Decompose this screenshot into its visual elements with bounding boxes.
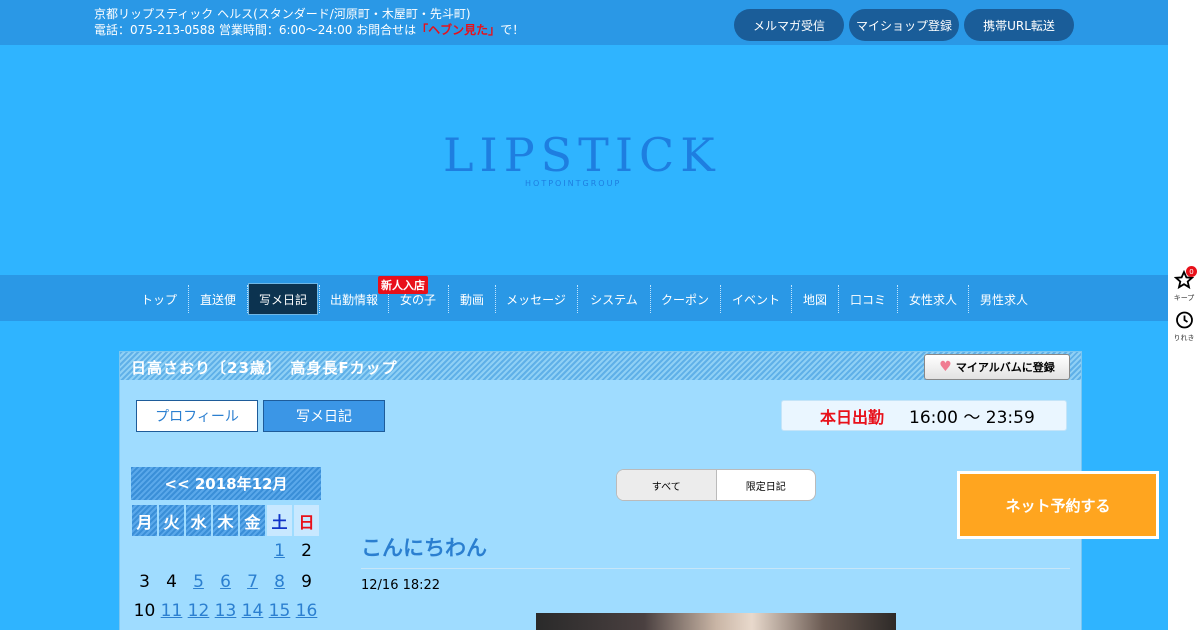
profile-title: 日高さおり〔23歳〕 高身長Fカップ [131,359,398,377]
nav-system[interactable]: システム [579,283,649,315]
filter-limited[interactable]: 限定日記 [717,470,816,500]
shop-contact: 電話：075-213-0588 営業時間：6:00～24:00 お問合せは「ヘブ… [94,22,524,38]
nav-message[interactable]: メッセージ [497,283,575,315]
right-rail: 0 キープ りれき [1168,0,1200,630]
add-album-label: マイアルバムに登録 [955,361,1055,374]
nav-direct[interactable]: 直送便 [190,283,246,315]
nav-divider [897,285,898,313]
mail-magazine-button[interactable]: メルマガ受信 [734,9,844,41]
profile-panel: 日高さおり〔23歳〕 高身長Fカップ ♥ マイアルバムに登録 プロフィール 写メ日… [119,351,1082,630]
nav-coupon[interactable]: クーポン [652,283,718,315]
post-photo[interactable] [536,613,896,630]
today-schedule: 本日出勤 16:00 ～ 23:59 [781,400,1067,431]
calendar-header[interactable]: << 2018年12月 [131,467,321,500]
nav-divider [448,285,449,313]
nav-divider [650,285,651,313]
post-divider [361,568,1070,569]
mobile-url-button[interactable]: 携帯URL転送 [964,9,1074,41]
calendar-day[interactable]: 14 [240,598,265,624]
nav-male-job[interactable]: 男性求人 [970,283,1038,315]
calendar-day: 10 [133,601,156,621]
post-title[interactable]: こんにちわん [361,532,487,562]
tab-diary[interactable]: 写メ日記 [263,400,385,432]
post-date: 12/16 18:22 [361,578,441,593]
nav-top[interactable]: トップ [131,283,187,315]
nav-map[interactable]: 地図 [793,283,837,315]
logo-subtitle: HOTPOINTGROUP [525,179,622,188]
nav-divider [319,285,320,313]
nav-female-job[interactable]: 女性求人 [899,283,967,315]
weekday-thu: 木 [213,505,238,536]
calendar-day[interactable]: 15 [267,598,292,624]
nav-divider [495,285,496,313]
filter-all[interactable]: すべて [617,470,717,500]
nav-divider [188,285,189,313]
nav-divider [838,285,839,313]
weekday-tue: 火 [159,505,184,536]
calendar-day[interactable]: 8 [267,569,292,595]
main-nav: トップ 直送便 写メ日記 出勤情報 女の子 動画 メッセージ システム クーポン… [0,275,1168,321]
heaven-highlight: 「ヘブン見た」 [416,23,501,37]
calendar-day[interactable]: 7 [240,569,265,595]
contact-text: 電話：075-213-0588 営業時間：6:00～24:00 お問合せは [94,23,417,37]
keep-label: キープ [1173,294,1195,302]
nav-divider [577,285,578,313]
nav-divider [791,285,792,313]
contact-suffix: で！ [500,23,525,37]
history-icon[interactable] [1174,310,1194,330]
nav-video[interactable]: 動画 [450,283,494,315]
calendar-day[interactable]: 12 [186,598,211,624]
today-label: 本日出勤 [820,407,885,427]
net-reserve-button[interactable]: ネット予約する [957,471,1159,539]
profile-title-bar: 日高さおり〔23歳〕 高身長Fカップ ♥ マイアルバムに登録 [120,352,1081,380]
diary-filter: すべて 限定日記 [616,469,816,501]
calendar-day: 3 [139,572,150,592]
weekday-sun: 日 [294,505,319,536]
weekday-wed: 水 [186,505,211,536]
top-bar: 京都リップスティック ヘルス(スタンダード/河原町・木屋町・先斗町) 電話：07… [0,0,1168,45]
calendar-day[interactable]: 11 [159,598,184,624]
today-time: 16:00 ～ 23:59 [909,408,1035,428]
calendar-day: 4 [166,572,177,592]
nav-divider [968,285,969,313]
calendar-day[interactable]: 1 [267,538,292,564]
calendar-day[interactable]: 6 [213,569,238,595]
weekday-mon: 月 [132,505,157,536]
tab-profile[interactable]: プロフィール [136,400,258,432]
calendar-day[interactable]: 13 [213,598,238,624]
site-logo[interactable]: LIPSTICK [443,128,721,182]
shop-name: 京都リップスティック ヘルス(スタンダード/河原町・木屋町・先斗町) [94,7,471,21]
nav-diary[interactable]: 写メ日記 [248,283,318,315]
weekday-sat: 土 [267,505,292,536]
add-album-button[interactable]: ♥ マイアルバムに登録 [924,354,1070,380]
my-shop-button[interactable]: マイショップ登録 [849,9,959,41]
calendar-day[interactable]: 5 [186,569,211,595]
calendar-day: 2 [301,541,312,561]
calendar-day: 9 [301,572,312,592]
heart-icon: ♥ [939,359,952,375]
shop-info: 京都リップスティック ヘルス(スタンダード/河原町・木屋町・先斗町) 電話：07… [94,6,524,38]
keep-count-badge: 0 [1186,266,1197,277]
new-girl-badge: 新人入店 [378,276,428,294]
calendar-day[interactable]: 16 [294,598,319,624]
nav-review[interactable]: 口コミ [840,283,896,315]
nav-divider [720,285,721,313]
weekday-fri: 金 [240,505,265,536]
nav-event[interactable]: イベント [722,283,790,315]
history-label: りれき [1173,334,1195,342]
